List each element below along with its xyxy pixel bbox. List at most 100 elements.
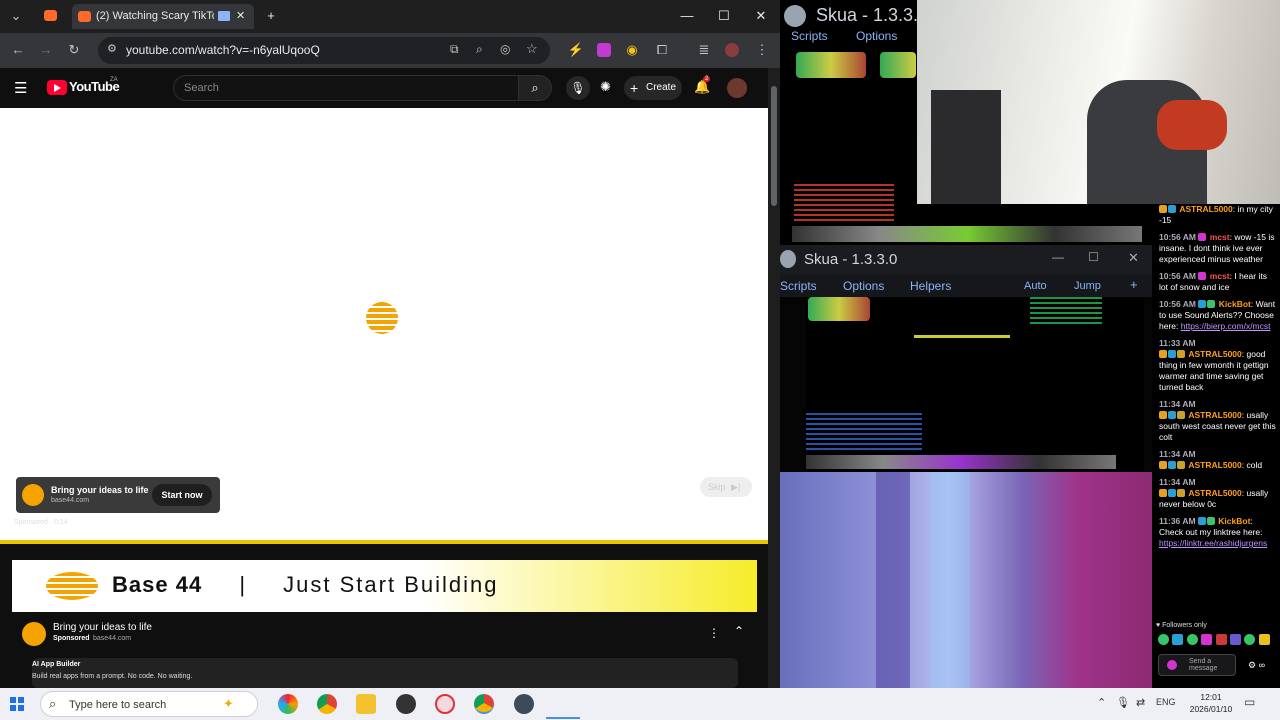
skua-jump-button[interactable]: Jump bbox=[1074, 280, 1101, 292]
country-code: ZA bbox=[110, 77, 118, 83]
system-clock[interactable]: 12:01 2026/01/10 bbox=[1186, 691, 1236, 715]
close-window-button[interactable]: ✕ bbox=[750, 6, 772, 26]
skua-taskbar-icon[interactable] bbox=[514, 694, 534, 714]
site-info-icon[interactable]: ⚙ bbox=[107, 42, 117, 55]
media-control-icon[interactable]: ≣ bbox=[694, 40, 714, 60]
tray-overflow-icon[interactable]: ⌃ bbox=[1097, 696, 1106, 709]
search-highlight-icon[interactable]: ✦ bbox=[223, 696, 234, 712]
heart-icon: ♥ bbox=[1156, 622, 1161, 629]
collapse-icon[interactable]: ⌃ bbox=[734, 624, 744, 638]
reload-icon[interactable]: ↻ bbox=[64, 40, 84, 60]
skua-auto-button[interactable]: Auto bbox=[1024, 280, 1047, 292]
chat-message-input[interactable]: Send a message bbox=[1158, 654, 1236, 676]
new-tab-button[interactable]: + bbox=[260, 6, 282, 26]
chat-username[interactable]: ASTRAL5000 bbox=[1188, 460, 1241, 470]
taskbar-search-input[interactable]: ⌕ Type here to search ✦ bbox=[40, 691, 258, 717]
profile-avatar[interactable] bbox=[725, 43, 739, 57]
chat-username[interactable]: ASTRAL5000 bbox=[1188, 410, 1241, 420]
maximize-button[interactable]: ☐ bbox=[713, 6, 735, 26]
zoom-icon[interactable]: ⌕ bbox=[476, 42, 483, 57]
chat-username[interactable]: ASTRAL5000 bbox=[1188, 488, 1241, 498]
language-indicator[interactable]: ENG bbox=[1156, 697, 1176, 707]
secondary-camera-feed bbox=[780, 472, 1152, 688]
sponsored-timer: Sponsored · 0:14 bbox=[14, 519, 68, 526]
chat-link[interactable]: https://bierp.com/x/mcst bbox=[1181, 321, 1271, 331]
network-icon[interactable]: ⇄ bbox=[1136, 696, 1145, 709]
skua-top-menu-options[interactable]: Options bbox=[856, 29, 897, 43]
tab-search-icon[interactable]: ⌄ bbox=[6, 6, 26, 26]
microphone-icon[interactable]: 🎙 bbox=[1116, 696, 1130, 709]
emote-icon[interactable] bbox=[1258, 634, 1270, 645]
youtube-logo-icon[interactable] bbox=[47, 80, 67, 95]
voice-search-icon[interactable]: 🎙 bbox=[566, 76, 590, 100]
chrome-active-icon[interactable] bbox=[474, 694, 494, 714]
skip-ad-button[interactable]: Skip ▶| bbox=[700, 477, 752, 497]
start-button-icon[interactable] bbox=[10, 697, 24, 711]
tab-youtube[interactable]: (2) Watching Scary TikToks ✕ bbox=[72, 4, 254, 29]
chrome-taskbar-icon[interactable] bbox=[317, 694, 337, 714]
forward-icon[interactable]: → bbox=[36, 40, 56, 60]
chat-link[interactable]: https://linktr.ee/rashidjurgens bbox=[1159, 538, 1267, 548]
skua-menu-scripts[interactable]: Scripts bbox=[780, 279, 817, 293]
minimize-button[interactable]: — bbox=[676, 6, 698, 26]
chat-username[interactable]: mcst bbox=[1210, 271, 1230, 281]
chat-text: Check out my linktree here: bbox=[1159, 527, 1263, 537]
chrome-menu-icon[interactable]: ⋮ bbox=[752, 40, 772, 60]
chat-username[interactable]: ASTRAL5000 bbox=[1179, 204, 1232, 214]
chat-username[interactable]: mcst bbox=[1210, 232, 1230, 242]
ad-info-panel: Bring your ideas to life Sponsored base4… bbox=[12, 622, 757, 688]
more-options-icon[interactable]: ⋮ bbox=[708, 626, 720, 640]
emote-icon[interactable] bbox=[1229, 634, 1241, 645]
emote-icon[interactable] bbox=[1201, 634, 1213, 645]
emote-icon[interactable] bbox=[1186, 634, 1198, 645]
notification-center-icon[interactable]: ▭ bbox=[1244, 695, 1255, 709]
chat-settings-icon[interactable]: ⚙ ∞ bbox=[1248, 660, 1265, 671]
chat-username[interactable]: ASTRAL5000 bbox=[1188, 349, 1241, 359]
advertiser-logo-icon bbox=[22, 484, 44, 506]
hamburger-menu-icon[interactable]: ☰ bbox=[14, 79, 27, 97]
file-explorer-icon[interactable] bbox=[356, 694, 376, 714]
account-avatar[interactable] bbox=[727, 78, 747, 98]
skua-add-button[interactable]: + bbox=[1130, 277, 1138, 292]
tab-pinned[interactable] bbox=[36, 4, 68, 29]
install-icon[interactable]: ⧉ bbox=[450, 42, 459, 57]
page-scrollbar[interactable] bbox=[768, 68, 780, 688]
extension-video-icon[interactable] bbox=[597, 43, 611, 57]
skua-close-button[interactable]: ✕ bbox=[1128, 250, 1139, 266]
start-now-button[interactable]: Start now bbox=[152, 484, 212, 506]
chat-username[interactable]: KickBot bbox=[1218, 516, 1250, 526]
back-icon[interactable]: ← bbox=[8, 40, 28, 60]
app-builder-card[interactable]: AI App Builder Build real apps from a pr… bbox=[32, 658, 738, 688]
address-bar[interactable]: ⚙ youtube.com/watch?v=-n6yalUqooQ ⧉ ⌕ ◎ … bbox=[98, 37, 550, 64]
bookmark-star-icon[interactable]: ☆ bbox=[526, 41, 538, 57]
chat-timestamp: 11:33 AM bbox=[1159, 338, 1196, 348]
ad-overlay-card[interactable]: Bring your ideas to life base44.com Star… bbox=[16, 477, 220, 513]
extensions-puzzle-icon[interactable]: ⧠ bbox=[652, 40, 672, 60]
emote-icon[interactable] bbox=[1244, 634, 1256, 645]
skua-maximize-button[interactable]: ☐ bbox=[1088, 250, 1099, 264]
emote-icon[interactable] bbox=[1172, 634, 1184, 645]
emote-icon[interactable] bbox=[1215, 634, 1227, 645]
companion-banner-ad[interactable]: Base 44 | Just Start Building bbox=[12, 560, 757, 612]
extension-coin-icon[interactable]: ◉ bbox=[622, 40, 642, 60]
skua-menu-options[interactable]: Options bbox=[843, 279, 884, 293]
scrollbar-thumb[interactable] bbox=[771, 86, 777, 206]
app-icon[interactable] bbox=[435, 694, 455, 714]
extension-icon[interactable]: ⚡ bbox=[566, 40, 586, 60]
skua-minimize-button[interactable]: — bbox=[1052, 250, 1064, 264]
tracking-icon[interactable]: ◎ bbox=[500, 42, 510, 56]
skua-top-menu-scripts[interactable]: Scripts bbox=[791, 29, 828, 43]
emote-icon[interactable] bbox=[1158, 634, 1169, 645]
search-icon[interactable]: ⌕ bbox=[518, 75, 552, 101]
chat-username[interactable]: KickBot bbox=[1219, 299, 1251, 309]
cast-icon[interactable]: ✺ bbox=[600, 79, 611, 95]
obs-icon[interactable] bbox=[396, 694, 416, 714]
youtube-search-input[interactable]: Search bbox=[173, 75, 519, 101]
chat-badge-icon bbox=[1159, 489, 1167, 497]
chat-badge-icon bbox=[1207, 300, 1216, 308]
game-viewport[interactable] bbox=[806, 297, 1144, 472]
skua-menu-helpers[interactable]: Helpers bbox=[910, 279, 951, 293]
tab-close-icon[interactable]: ✕ bbox=[236, 9, 245, 22]
copilot-icon[interactable] bbox=[278, 694, 298, 714]
create-button[interactable]: + Create bbox=[624, 76, 682, 100]
